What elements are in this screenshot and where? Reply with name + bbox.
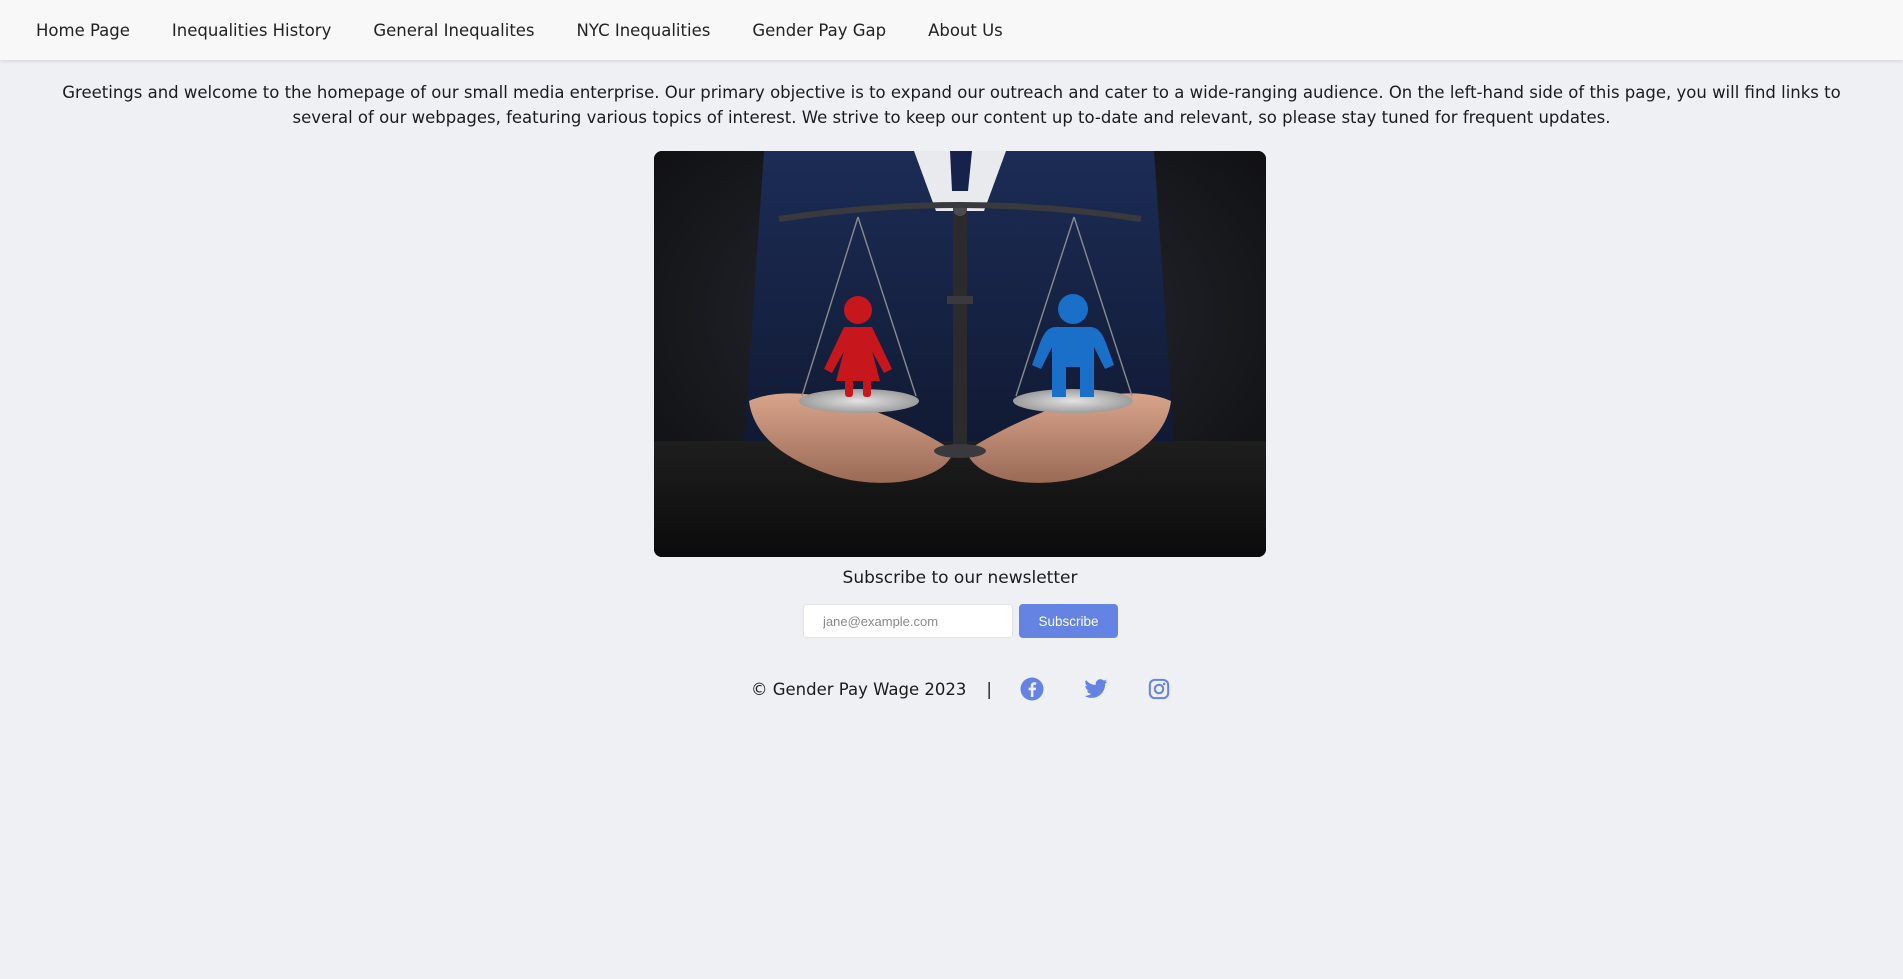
nav-link-nyc-inequalities[interactable]: NYC Inequalities	[577, 21, 711, 40]
newsletter-form: Subscribe	[803, 604, 1118, 638]
facebook-icon-graphic	[1020, 677, 1044, 701]
facebook-icon[interactable]	[1019, 676, 1045, 702]
left-scale-pan	[799, 389, 919, 413]
footer: © Gender Pay Wage 2023 |	[751, 676, 1172, 702]
intro-paragraph: Greetings and welcome to the homepage of…	[62, 83, 1841, 127]
nav-link-general-inequalities[interactable]: General Inequalites	[373, 21, 534, 40]
instagram-icon-graphic	[1148, 678, 1170, 700]
copyright-text: © Gender Pay Wage 2023	[751, 679, 967, 699]
nav-link-about-us[interactable]: About Us	[928, 21, 1003, 40]
newsletter-title: Subscribe to our newsletter	[842, 568, 1078, 588]
top-navbar: Home Page Inequalities History General I…	[0, 0, 1903, 60]
twitter-icon[interactable]	[1083, 676, 1109, 702]
subscribe-button[interactable]: Subscribe	[1019, 604, 1118, 638]
nav-link-inequalities-history[interactable]: Inequalities History	[172, 21, 331, 40]
instagram-icon[interactable]	[1146, 676, 1172, 702]
email-field[interactable]	[803, 604, 1013, 638]
footer-separator: |	[986, 679, 992, 699]
table-shape	[654, 441, 1266, 557]
hero-image	[654, 151, 1266, 557]
nav-link-gender-pay-gap[interactable]: Gender Pay Gap	[752, 21, 886, 40]
nav-link-home-page[interactable]: Home Page	[36, 21, 130, 40]
twitter-icon-graphic	[1084, 679, 1108, 698]
scales-gender-equality-illustration	[654, 151, 1266, 557]
main-nav: Home Page Inequalities History General I…	[0, 21, 1045, 40]
right-scale-pan	[1013, 389, 1133, 413]
